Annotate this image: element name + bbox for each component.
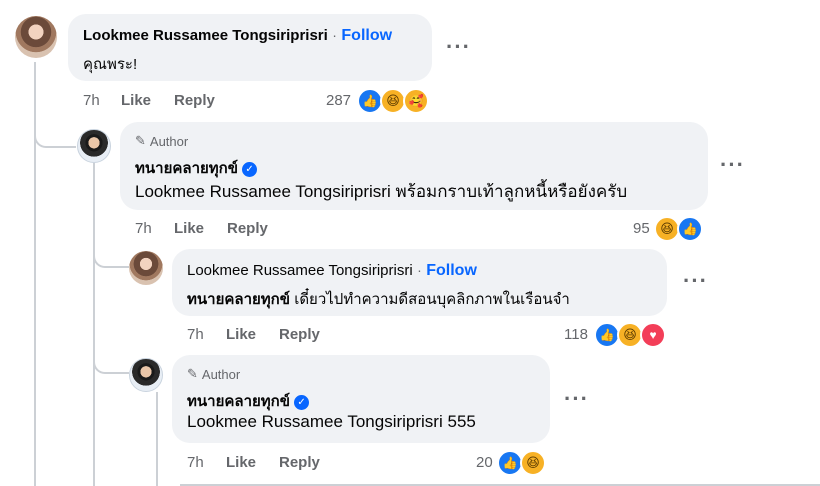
pencil-icon: ✎	[135, 133, 146, 148]
avatar[interactable]	[129, 251, 163, 285]
verified-badge-icon: ✓	[294, 395, 310, 410]
love-icon[interactable]: ♥	[640, 322, 666, 348]
comment-bubble: ✎ Author ทนายคลายทุกข์ ✓ Lookmee Russamee…	[120, 122, 708, 210]
reply-button[interactable]: Reply	[174, 92, 215, 109]
comment-author[interactable]: ทนายคลายทุกข์	[187, 393, 290, 410]
mention-link[interactable]: ทนายคลายทุกข์	[187, 291, 290, 308]
comment-timestamp[interactable]: 7h	[135, 220, 152, 237]
author-badge: Author	[149, 133, 189, 149]
follow-button[interactable]: Follow	[426, 262, 477, 279]
avatar[interactable]	[77, 129, 111, 163]
reply-button[interactable]: Reply	[279, 326, 320, 343]
comment-text: 555	[447, 412, 476, 431]
comment-author[interactable]: ทนายคลายทุกข์	[135, 160, 238, 177]
comment-text: คุณพระ!	[83, 56, 138, 73]
comment-text: พร้อมกราบเท้าลูกหนี้หรือยังครับ	[395, 182, 628, 201]
more-options-button[interactable]: ···	[564, 388, 589, 410]
like-button[interactable]: Like	[226, 326, 256, 343]
mention-link[interactable]: Lookmee Russamee Tongsiriprisri	[135, 182, 391, 201]
comment-author[interactable]: Lookmee Russamee Tongsiriprisri	[83, 27, 328, 44]
thread-line-nested	[93, 163, 95, 486]
follow-button[interactable]: Follow	[341, 27, 392, 44]
comment-timestamp[interactable]: 7h	[83, 92, 100, 109]
thread-connector-2	[34, 120, 76, 148]
comment-timestamp[interactable]: 7h	[187, 454, 204, 471]
thread-connector-3	[93, 240, 129, 268]
thread-line-tail	[156, 392, 158, 486]
reaction-count[interactable]: 118	[564, 326, 588, 343]
comment-bubble: Lookmee Russamee Tongsiriprisri · Follow…	[68, 14, 432, 81]
haha-icon[interactable]: 😆	[520, 450, 546, 476]
more-options-button[interactable]: ···	[720, 154, 745, 176]
more-options-button[interactable]: ···	[683, 270, 708, 292]
author-badge: Author	[201, 366, 241, 382]
like-button[interactable]: Like	[174, 220, 204, 237]
reaction-count[interactable]: 287	[326, 92, 351, 109]
avatar[interactable]	[15, 16, 57, 58]
thread-connector-4	[93, 344, 129, 374]
avatar[interactable]	[129, 358, 163, 392]
like-button[interactable]: Like	[226, 454, 256, 471]
like-button[interactable]: Like	[121, 92, 151, 109]
comment-text: เดี๋ยวไปทำความดีสอนบุคลิกภาพในเรือนจำ	[294, 291, 570, 308]
comment-bubble: Lookmee Russamee Tongsiriprisri · Follow…	[172, 249, 667, 316]
more-options-button[interactable]: ···	[446, 36, 471, 58]
separator: ·	[332, 27, 337, 43]
reaction-count[interactable]: 95	[633, 220, 650, 237]
comment-author[interactable]: Lookmee Russamee Tongsiriprisri	[187, 262, 413, 279]
reply-button[interactable]: Reply	[227, 220, 268, 237]
mention-link[interactable]: Lookmee Russamee Tongsiriprisri	[187, 412, 443, 431]
care-icon[interactable]: 🥰	[403, 88, 429, 114]
reply-button[interactable]: Reply	[279, 454, 320, 471]
separator: ·	[417, 262, 422, 278]
comment-bubble: ✎ Author ทนายคลายทุกข์ ✓ Lookmee Russamee…	[172, 355, 550, 443]
comment-timestamp[interactable]: 7h	[187, 326, 204, 343]
verified-badge-icon: ✓	[242, 162, 258, 177]
pencil-icon: ✎	[187, 366, 198, 381]
reaction-count[interactable]: 20	[476, 454, 493, 471]
like-icon[interactable]: 👍	[677, 216, 703, 242]
